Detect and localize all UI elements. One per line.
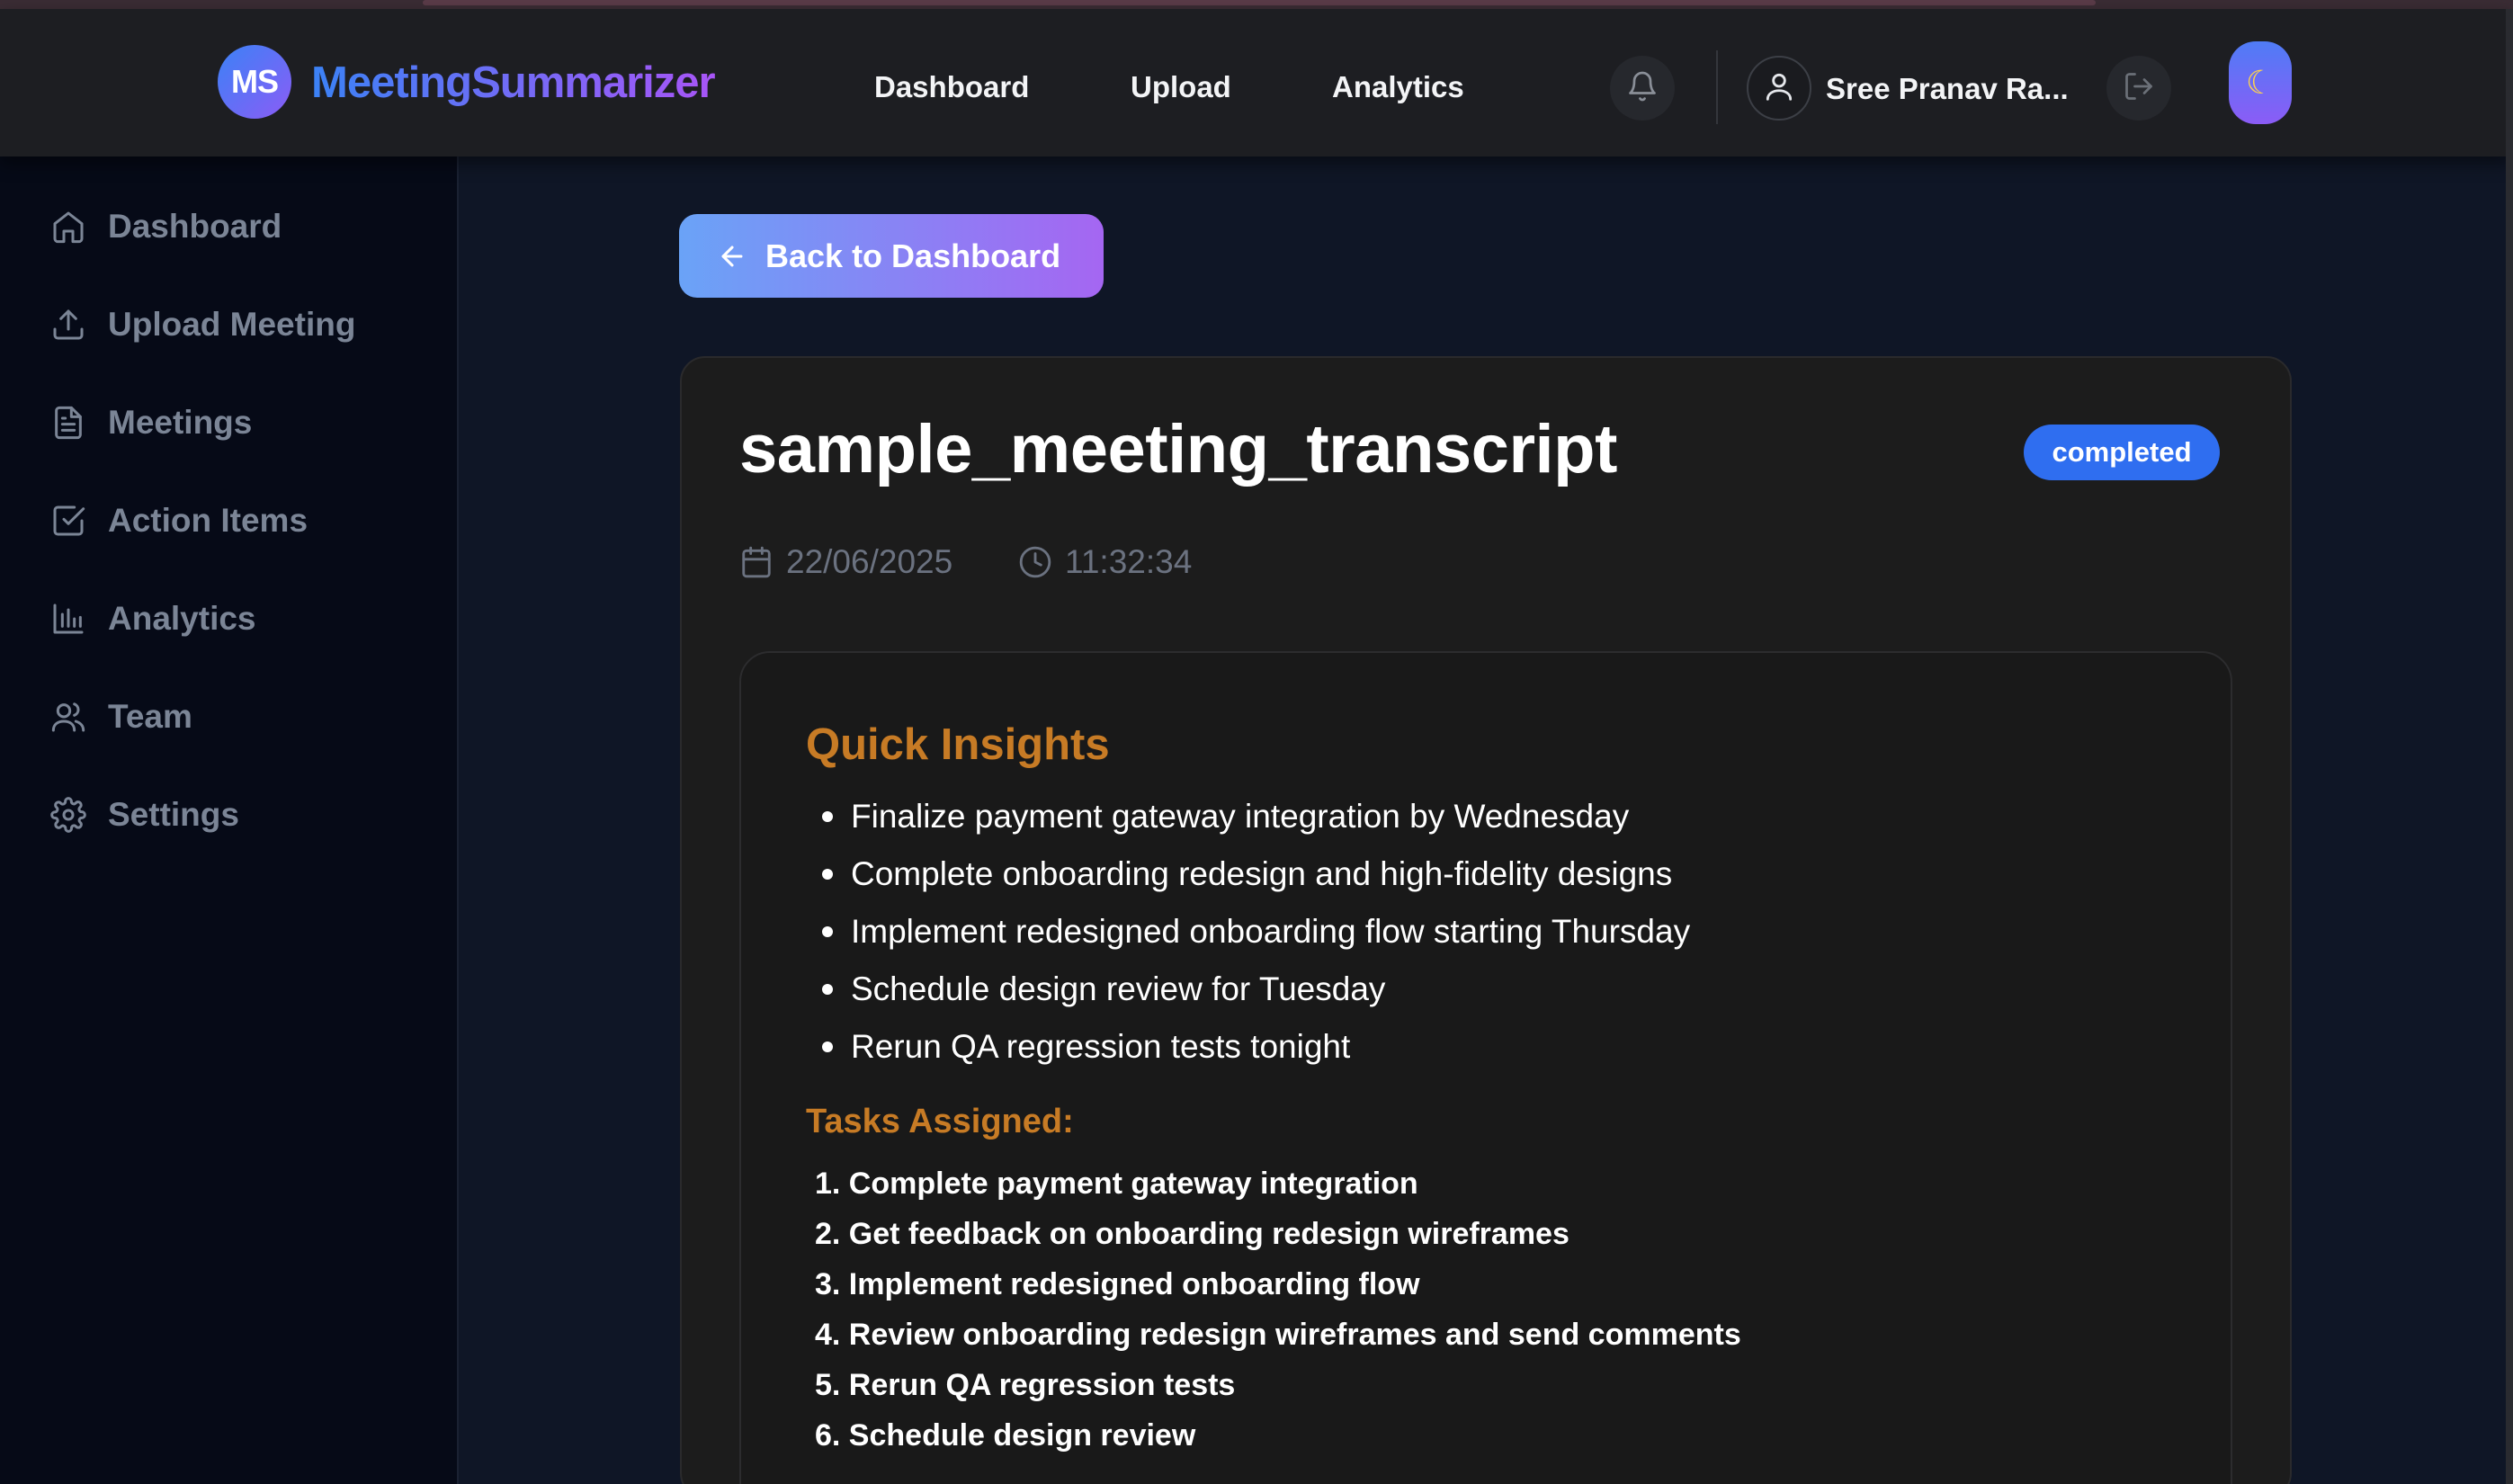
logout-icon: [2123, 70, 2155, 107]
brand-name[interactable]: MeetingSummarizer: [311, 58, 716, 108]
list-item: Finalize payment gateway integration by …: [822, 788, 1690, 845]
sidebar-item-label: Team: [108, 698, 192, 735]
bullet-dot: [822, 869, 833, 880]
task-item: 3. Implement redesigned onboarding flow: [815, 1266, 1420, 1301]
calendar-icon: [739, 545, 774, 579]
sidebar-item-dashboard[interactable]: Dashboard: [49, 200, 282, 254]
logo-badge[interactable]: MS: [218, 45, 291, 119]
sidebar-item-label: Meetings: [108, 404, 253, 441]
top-header: MS MeetingSummarizer Dashboard Upload An…: [0, 9, 2513, 156]
sidebar-item-team[interactable]: Team: [49, 690, 192, 744]
header-divider: [1716, 50, 1718, 124]
list-item: Schedule design review for Tuesday: [822, 961, 1690, 1018]
meeting-date: 22/06/2025: [739, 543, 952, 581]
back-button-label: Back to Dashboard: [765, 237, 1061, 274]
sidebar-item-label: Dashboard: [108, 208, 282, 245]
insight-text: Implement redesigned onboarding flow sta…: [851, 913, 1691, 950]
insights-list: Finalize payment gateway integration by …: [822, 788, 1690, 1076]
task-item: 4. Review onboarding redesign wireframes…: [815, 1317, 1741, 1352]
sidebar-item-label: Upload Meeting: [108, 306, 356, 343]
insight-text: Complete onboarding redesign and high-fi…: [851, 855, 1673, 892]
nav-dashboard[interactable]: Dashboard: [874, 70, 1029, 104]
status-badge: completed: [2024, 425, 2220, 480]
bell-icon: [1626, 70, 1659, 107]
user-name[interactable]: Sree Pranav Ra...: [1826, 72, 2069, 106]
list-item: Rerun QA regression tests tonight: [822, 1018, 1690, 1076]
sidebar-item-settings[interactable]: Settings: [49, 788, 239, 842]
meeting-detail-card: sample_meeting_transcript completed 22/0…: [680, 356, 2292, 1484]
sidebar-item-meetings[interactable]: Meetings: [49, 396, 252, 450]
users-icon: [49, 697, 88, 737]
tasks-list: 1. Complete payment gateway integration …: [815, 1158, 1741, 1461]
sidebar-item-action-items[interactable]: Action Items: [49, 494, 308, 548]
task-item: 6. Schedule design review: [815, 1417, 1196, 1453]
upload-icon: [49, 305, 88, 344]
insight-text: Rerun QA regression tests tonight: [851, 1028, 1351, 1065]
arrow-left-icon: [717, 241, 747, 272]
sidebar-item-label: Action Items: [108, 502, 309, 539]
sidebar-item-label: Settings: [108, 796, 239, 833]
quick-insights-panel: Quick Insights Finalize payment gateway …: [739, 651, 2232, 1484]
back-to-dashboard-button[interactable]: Back to Dashboard: [679, 214, 1104, 298]
user-avatar[interactable]: [1747, 56, 1811, 121]
top-stripe: [0, 0, 2513, 9]
clock-icon: [1018, 545, 1052, 579]
task-item: 2. Get feedback on onboarding redesign w…: [815, 1216, 1570, 1251]
task-item: 1. Complete payment gateway integration: [815, 1166, 1418, 1201]
bullet-dot: [822, 811, 833, 822]
checkbox-icon: [49, 501, 88, 541]
list-item: Implement redesigned onboarding flow sta…: [822, 903, 1690, 961]
meeting-title: sample_meeting_transcript: [739, 411, 1617, 487]
task-item: 5. Rerun QA regression tests: [815, 1367, 1236, 1402]
tasks-assigned-title: Tasks Assigned:: [806, 1103, 1074, 1140]
document-icon: [49, 403, 88, 443]
home-icon: [49, 207, 88, 246]
quick-insights-title: Quick Insights: [806, 720, 1110, 769]
theme-toggle-button[interactable]: ☾: [2229, 41, 2292, 124]
nav-upload[interactable]: Upload: [1131, 70, 1231, 104]
meeting-date-value: 22/06/2025: [786, 543, 953, 580]
sidebar: Dashboard Upload Meeting Meetings Action…: [0, 156, 459, 1484]
gear-icon: [49, 795, 88, 835]
window-edge: [2506, 9, 2513, 1484]
list-item: Complete onboarding redesign and high-fi…: [822, 845, 1690, 903]
loading-progress-bar: [423, 0, 2096, 5]
nav-analytics[interactable]: Analytics: [1332, 70, 1464, 104]
sidebar-item-upload-meeting[interactable]: Upload Meeting: [49, 298, 355, 352]
bullet-dot: [822, 926, 833, 937]
bar-chart-icon: [49, 599, 88, 639]
notifications-button[interactable]: [1610, 56, 1675, 121]
bullet-dot: [822, 984, 833, 995]
user-icon: [1762, 69, 1796, 108]
meeting-time-value: 11:32:34: [1065, 543, 1193, 580]
meeting-time: 11:32:34: [1018, 543, 1192, 581]
moon-icon: ☾: [2245, 64, 2276, 101]
insight-text: Schedule design review for Tuesday: [851, 970, 1386, 1007]
insight-text: Finalize payment gateway integration by …: [851, 798, 1630, 835]
logout-button[interactable]: [2106, 56, 2171, 121]
bullet-dot: [822, 1041, 833, 1052]
sidebar-item-analytics[interactable]: Analytics: [49, 592, 256, 646]
sidebar-item-label: Analytics: [108, 600, 256, 637]
